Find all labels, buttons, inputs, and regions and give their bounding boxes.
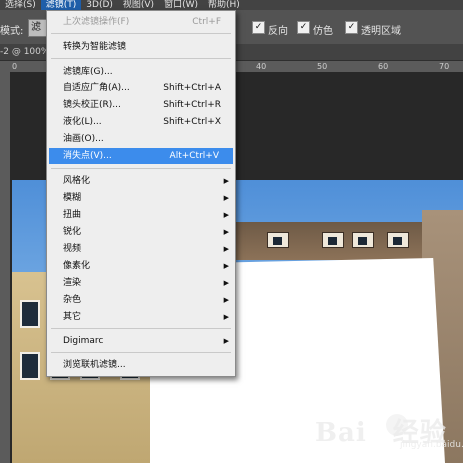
menu-separator	[51, 58, 231, 59]
submenu-arrow-icon: ▶	[223, 279, 229, 287]
menu-item-distort[interactable]: 扭曲 ▶	[47, 207, 235, 223]
ruler-tick-label: 50	[317, 62, 328, 71]
menu-item-last-filter: 上次滤镜操作(F) Ctrl+F	[63, 17, 221, 27]
menu-item-browse-online-filters[interactable]: 浏览联机滤镜...	[47, 357, 235, 373]
document-tab[interactable]: -2 @ 100%	[0, 47, 49, 57]
menu-item-oil-paint[interactable]: 油画(O)...	[47, 131, 235, 147]
menu-item-filter-gallery[interactable]: 滤镜库(G)...	[47, 64, 235, 80]
menu-select[interactable]: 选择(S)	[0, 0, 41, 10]
menu-help[interactable]: 帮助(H)	[203, 0, 245, 10]
menu-separator	[51, 352, 231, 353]
submenu-arrow-icon: ▶	[223, 296, 229, 304]
menu-item-noise[interactable]: 杂色 ▶	[47, 292, 235, 308]
menu-window[interactable]: 窗口(W)	[159, 0, 203, 10]
menu-item-adaptive-wide-angle[interactable]: 自适应广角(A)... Shift+Ctrl+A	[47, 80, 235, 96]
filter-menu: 上次滤镜操作(F) Ctrl+F 转换为智能滤镜 滤镜库(G)... 自适应广角…	[46, 10, 236, 377]
menu-item-lens-correction[interactable]: 镜头校正(R)... Shift+Ctrl+R	[47, 97, 235, 113]
submenu-arrow-icon: ▶	[223, 313, 229, 321]
menubar: 选择(S) 滤镜(T) 3D(D) 视图(V) 窗口(W) 帮助(H)	[0, 0, 463, 10]
menu-item-pixelate[interactable]: 像素化 ▶	[47, 258, 235, 274]
menu-item-convert-smart-filter[interactable]: 转换为智能滤镜	[47, 39, 235, 55]
ruler-tick-label: 70	[439, 62, 450, 71]
watermark-url: jingyan.baidu.com	[400, 440, 463, 450]
ruler-tick-label: 60	[378, 62, 389, 71]
reverse-checkbox[interactable]: ✓	[252, 21, 265, 34]
menu-3d[interactable]: 3D(D)	[81, 0, 118, 10]
menu-item-render[interactable]: 渲染 ▶	[47, 275, 235, 291]
submenu-arrow-icon: ▶	[223, 228, 229, 236]
transparency-label: 透明区域	[361, 26, 401, 37]
submenu-arrow-icon: ▶	[223, 337, 229, 345]
menu-item-stylize[interactable]: 风格化 ▶	[47, 173, 235, 189]
ruler-tick-label: 40	[256, 62, 267, 71]
menu-view[interactable]: 视图(V)	[118, 0, 159, 10]
submenu-arrow-icon: ▶	[223, 262, 229, 270]
mode-label: 模式:	[0, 26, 24, 37]
dither-checkbox[interactable]: ✓	[297, 21, 310, 34]
menu-item-sharpen[interactable]: 锐化 ▶	[47, 224, 235, 240]
vertical-ruler	[0, 72, 10, 463]
menu-item-blur[interactable]: 模糊 ▶	[47, 190, 235, 206]
submenu-arrow-icon: ▶	[223, 194, 229, 202]
menu-separator	[51, 33, 231, 34]
menu-item-video[interactable]: 视频 ▶	[47, 241, 235, 257]
menu-separator	[51, 328, 231, 329]
dither-label: 仿色	[313, 26, 333, 37]
submenu-arrow-icon: ▶	[223, 245, 229, 253]
submenu-arrow-icon: ▶	[223, 177, 229, 185]
ruler-tick-label: 0	[12, 62, 18, 71]
menu-item-other[interactable]: 其它 ▶	[47, 309, 235, 325]
transparency-checkbox[interactable]: ✓	[345, 21, 358, 34]
menu-filter[interactable]: 滤镜(T)	[40, 0, 82, 10]
menu-separator	[51, 168, 231, 169]
menu-item-liquify[interactable]: 液化(L)... Shift+Ctrl+X	[47, 114, 235, 130]
reverse-label: 反向	[268, 26, 288, 37]
submenu-arrow-icon: ▶	[223, 211, 229, 219]
menu-item-digimarc[interactable]: Digimarc ▶	[47, 333, 235, 349]
menu-item-vanishing-point[interactable]: 消失点(V)... Alt+Ctrl+V	[49, 148, 233, 164]
